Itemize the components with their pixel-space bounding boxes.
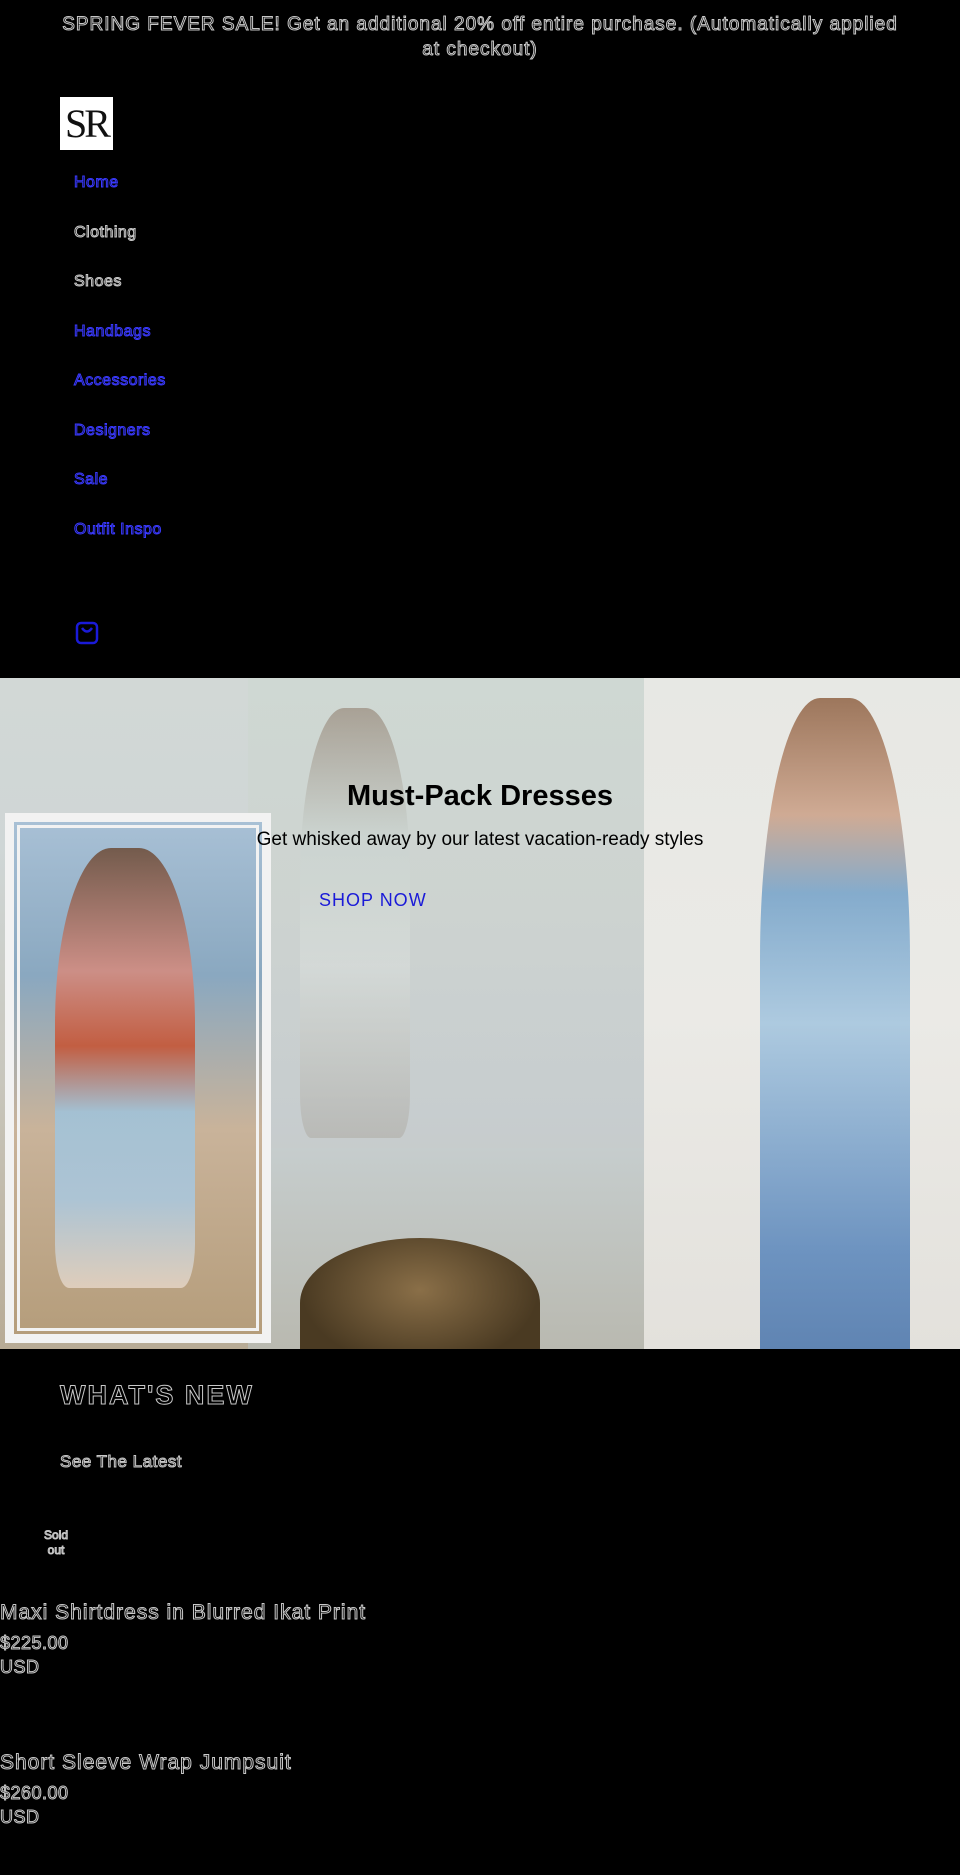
hero-model-left: [55, 848, 195, 1288]
nav-link-designers[interactable]: Designers: [74, 421, 151, 439]
product-price: $225.00: [0, 1633, 69, 1654]
sold-out-badge: Sold out: [26, 1528, 86, 1558]
product-card[interactable]: Short Sleeve Wrap Jumpsuit $260.00 USD: [0, 1749, 292, 1829]
announcement-bar: SPRING FEVER SALE! Get an additional 20%…: [62, 14, 898, 61]
hero-model-middle: [300, 708, 410, 1138]
nav-link-handbags[interactable]: Handbags: [74, 322, 151, 340]
product-name[interactable]: Maxi Shirtdress in Blurred Ikat Print: [0, 1599, 366, 1627]
nav-item-home[interactable]: Home: [74, 170, 166, 220]
product-name[interactable]: Short Sleeve Wrap Jumpsuit: [0, 1749, 292, 1777]
sold-out-badge-line1: Sold: [43, 1528, 69, 1543]
product-currency: USD: [0, 1657, 40, 1678]
main-navigation: Home Clothing Shoes Handbags Accessories…: [73, 170, 166, 567]
nav-link-clothing[interactable]: Clothing: [74, 223, 137, 241]
logo-text: SR: [65, 101, 111, 146]
shop-now-button[interactable]: SHOP NOW: [319, 888, 427, 912]
hero-title: Must-Pack Dresses: [347, 780, 613, 812]
nav-item-accessories[interactable]: Accessories: [74, 368, 166, 418]
nav-item-handbags[interactable]: Handbags: [74, 319, 166, 369]
hero-model-right: [760, 698, 910, 1349]
nav-item-sale[interactable]: Sale: [73, 467, 166, 517]
nav-link-sale[interactable]: Sale: [73, 471, 108, 489]
nav-item-shoes[interactable]: Shoes: [74, 269, 166, 319]
nav-item-designers[interactable]: Designers: [74, 418, 166, 468]
product-price: $260.00: [0, 1783, 69, 1804]
nav-link-accessories[interactable]: Accessories: [74, 372, 166, 390]
nav-link-home[interactable]: Home: [74, 174, 119, 192]
store-logo[interactable]: SR: [60, 97, 113, 150]
hero-subtitle: Get whisked away by our latest vacation-…: [256, 829, 704, 850]
whats-new-subtitle[interactable]: See The Latest: [60, 1450, 183, 1474]
sold-out-badge-line2: out: [47, 1543, 65, 1558]
whats-new-title: WHAT'S NEW: [60, 1380, 254, 1411]
nav-link-outfit-inspo[interactable]: Outfit Inspo: [74, 520, 162, 538]
product-card[interactable]: Maxi Shirtdress in Blurred Ikat Print $2…: [0, 1599, 366, 1679]
nav-link-shoes[interactable]: Shoes: [74, 273, 122, 291]
shopping-bag-icon[interactable]: [74, 620, 100, 646]
nav-item-outfit-inspo[interactable]: Outfit Inspo: [74, 517, 166, 567]
product-currency: USD: [0, 1807, 40, 1828]
hero-content: Must-Pack Dresses Get whisked away by ou…: [240, 778, 720, 910]
hero-banner: Must-Pack Dresses Get whisked away by ou…: [0, 678, 960, 1349]
nav-item-clothing[interactable]: Clothing: [74, 220, 166, 270]
